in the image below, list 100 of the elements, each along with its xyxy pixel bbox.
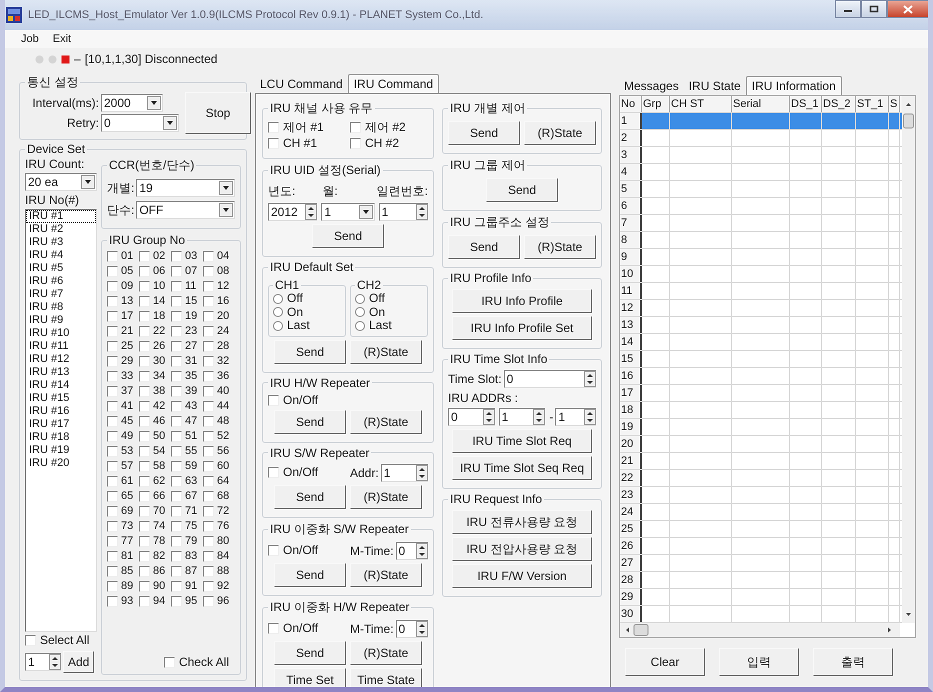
checkbox[interactable]: 54: [139, 445, 171, 458]
checkbox[interactable]: 18: [139, 310, 171, 323]
tab[interactable]: IRU Information: [746, 76, 842, 95]
command-button[interactable]: Send: [312, 224, 384, 248]
list-item[interactable]: IRU #17: [26, 418, 96, 431]
radio-button[interactable]: Last: [273, 319, 310, 332]
column-header[interactable]: Serial: [732, 96, 790, 112]
table-row[interactable]: 28: [620, 572, 902, 589]
checkbox[interactable]: 63: [171, 475, 203, 488]
command-button[interactable]: IRU 전압사용량 요청: [452, 537, 592, 561]
checkbox[interactable]: 46: [139, 415, 171, 428]
tab[interactable]: IRU State: [684, 77, 746, 95]
table-row[interactable]: 26: [620, 538, 902, 555]
checkbox[interactable]: 95: [171, 595, 203, 608]
checkbox[interactable]: 03: [171, 250, 203, 263]
command-button[interactable]: Send: [274, 410, 346, 434]
command-button[interactable]: (R)State: [524, 235, 596, 259]
checkbox[interactable]: 12: [203, 280, 235, 293]
checkbox[interactable]: 45: [107, 415, 139, 428]
list-item[interactable]: IRU #12: [26, 353, 96, 366]
checkbox[interactable]: 51: [171, 430, 203, 443]
list-item[interactable]: IRU #1: [26, 210, 96, 223]
list-item[interactable]: IRU #8: [26, 301, 96, 314]
command-button[interactable]: 입력: [719, 648, 799, 676]
checkbox[interactable]: 90: [139, 580, 171, 593]
list-item[interactable]: IRU #16: [26, 405, 96, 418]
list-item[interactable]: IRU #3: [26, 236, 96, 249]
table-row[interactable]: 27: [620, 555, 902, 572]
checkbox[interactable]: 04: [203, 250, 235, 263]
checkbox[interactable]: 29: [107, 355, 139, 368]
stop-button[interactable]: Stop: [185, 92, 251, 134]
table-row[interactable]: 12: [620, 300, 902, 317]
checkbox[interactable]: 27: [171, 340, 203, 353]
command-button[interactable]: IRU Time Slot Seq Req: [452, 456, 592, 480]
checkbox[interactable]: 06: [139, 265, 171, 278]
checkbox[interactable]: 15: [171, 295, 203, 308]
command-button[interactable]: (R)State: [350, 640, 422, 664]
checkbox[interactable]: 31: [171, 355, 203, 368]
command-button[interactable]: Send: [274, 340, 346, 364]
command-button[interactable]: Send: [274, 562, 346, 586]
horizontal-scrollbar[interactable]: [620, 623, 900, 637]
checkbox[interactable]: 61: [107, 475, 139, 488]
dropdown[interactable]: 2000: [101, 94, 163, 112]
checkbox[interactable]: 35: [171, 370, 203, 383]
checkbox[interactable]: 91: [171, 580, 203, 593]
list-item[interactable]: IRU #5: [26, 262, 96, 275]
checkbox[interactable]: 제어 #1: [268, 121, 346, 134]
checkbox[interactable]: 81: [107, 550, 139, 563]
list-item[interactable]: IRU #11: [26, 340, 96, 353]
checkbox[interactable]: 80: [203, 535, 235, 548]
command-button[interactable]: (R)State: [524, 121, 596, 145]
checkbox[interactable]: 75: [171, 520, 203, 533]
table-row[interactable]: 9: [620, 249, 902, 266]
table-row[interactable]: 1: [620, 113, 902, 130]
command-button[interactable]: Time Set: [274, 668, 346, 687]
table-row[interactable]: 22: [620, 470, 902, 487]
table-row[interactable]: 6: [620, 198, 902, 215]
checkbox[interactable]: CH #2: [350, 137, 428, 150]
table-row[interactable]: 11: [620, 283, 902, 300]
add-button[interactable]: Add: [63, 651, 94, 673]
radio-button[interactable]: Off: [355, 292, 385, 305]
tab[interactable]: LCU Command: [255, 75, 348, 93]
menu-item[interactable]: Job: [21, 33, 39, 45]
checkbox[interactable]: 11: [171, 280, 203, 293]
checkbox[interactable]: 25: [107, 340, 139, 353]
checkbox[interactable]: 07: [171, 265, 203, 278]
checkbox[interactable]: 49: [107, 430, 139, 443]
checkbox[interactable]: 20: [203, 310, 235, 323]
checkbox[interactable]: 33: [107, 370, 139, 383]
table-row[interactable]: 8: [620, 232, 902, 249]
table-row[interactable]: 18: [620, 402, 902, 419]
spin-box[interactable]: 1: [378, 203, 428, 221]
command-button[interactable]: 출력: [813, 648, 893, 676]
checkbox[interactable]: 53: [107, 445, 139, 458]
command-button[interactable]: (R)State: [350, 410, 422, 434]
spin-box[interactable]: 2012: [268, 203, 318, 221]
checkbox[interactable]: 39: [171, 385, 203, 398]
checkbox[interactable]: 94: [139, 595, 171, 608]
checkbox[interactable]: 23: [171, 325, 203, 338]
checkbox[interactable]: 48: [203, 415, 235, 428]
list-item[interactable]: IRU #9: [26, 314, 96, 327]
table-row[interactable]: 10: [620, 266, 902, 283]
table-row[interactable]: 16: [620, 368, 902, 385]
checkbox[interactable]: 92: [203, 580, 235, 593]
spin-box[interactable]: 1: [498, 408, 546, 426]
checkbox[interactable]: 21: [107, 325, 139, 338]
list-item[interactable]: IRU #13: [26, 366, 96, 379]
checkbox[interactable]: 96: [203, 595, 235, 608]
list-item[interactable]: IRU #20: [26, 457, 96, 470]
list-item[interactable]: IRU #4: [26, 249, 96, 262]
table-row[interactable]: 23: [620, 487, 902, 504]
menu-item[interactable]: Exit: [52, 33, 72, 45]
list-item[interactable]: IRU #14: [26, 379, 96, 392]
table-row[interactable]: 4: [620, 164, 902, 181]
column-header[interactable]: DS_2: [822, 96, 856, 112]
spin-box[interactable]: 1: [380, 464, 428, 482]
spin-box[interactable]: 0: [448, 408, 495, 426]
checkbox[interactable]: 79: [171, 535, 203, 548]
list-item[interactable]: IRU #15: [26, 392, 96, 405]
radio-button[interactable]: Off: [273, 292, 303, 305]
